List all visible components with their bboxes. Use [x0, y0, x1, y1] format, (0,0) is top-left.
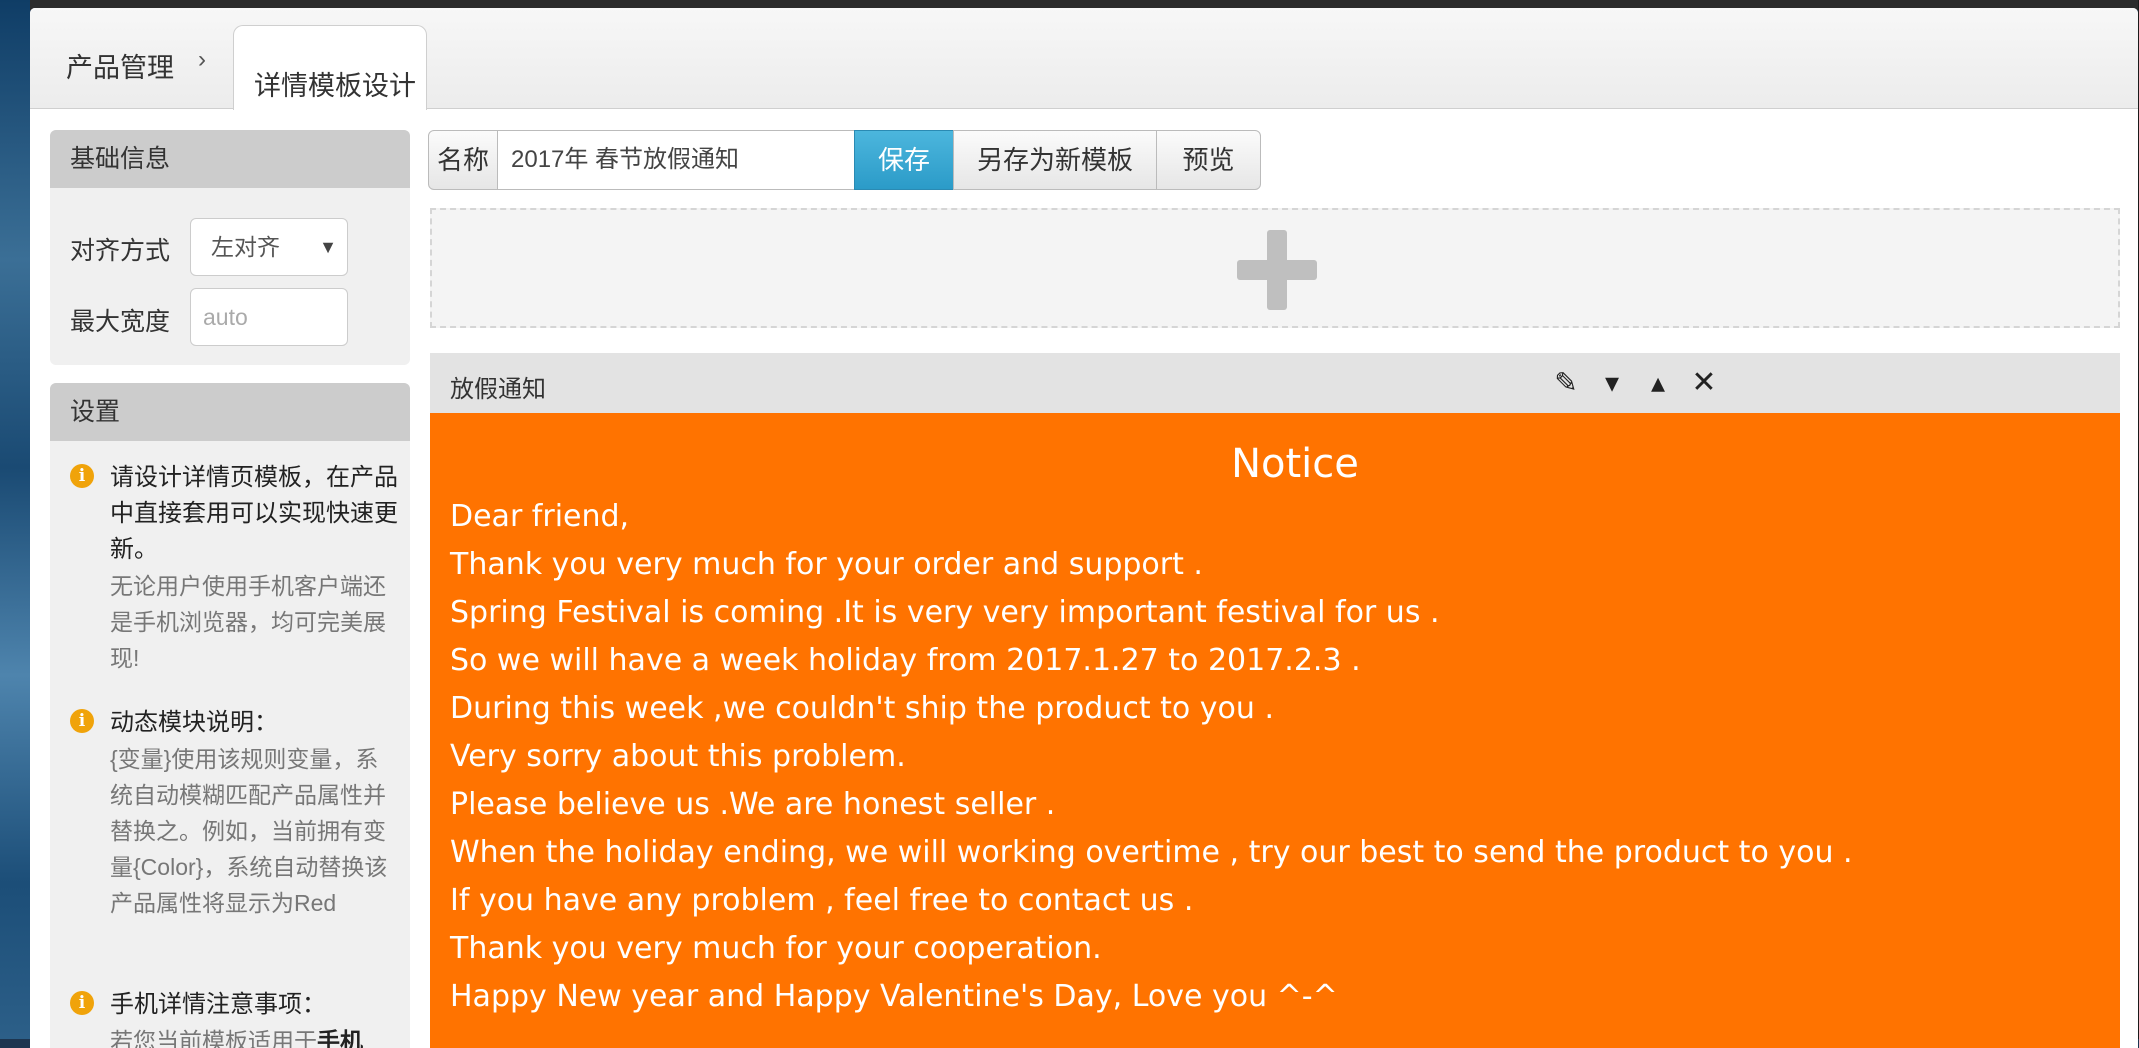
save-as-new-template-button[interactable]: 另存为新模板 — [953, 130, 1157, 190]
notice-line: Thank you very much for your order and s… — [450, 547, 1203, 582]
tab-template-design[interactable]: 详情模板设计 — [233, 25, 427, 110]
notice-line: Please believe us .We are honest seller … — [450, 787, 1056, 822]
info-item-desc: {变量}使用该规则变量，系统自动模糊匹配产品属性并替换之。例如，当前拥有变量{C… — [110, 746, 388, 916]
info-item-desc: 无论用户使用手机客户端还是手机浏览器，均可完美展现! — [110, 573, 386, 671]
settings-info-item: i 动态模块说明： {变量}使用该规则变量，系统自动模糊匹配产品属性并替换之。例… — [70, 705, 400, 921]
settings-panel: 设置 i 请设计详情页模板，在产品中直接套用可以实现快速更新。 无论用户使用手机… — [50, 383, 410, 1048]
info-item-desc-prefix: 若您当前模板适用于 — [110, 1028, 317, 1048]
notice-line: Happy New year and Happy Valentine's Day… — [450, 979, 1338, 1014]
notice-line: When the holiday ending, we will working… — [450, 835, 1853, 870]
info-icon: i — [70, 464, 94, 488]
notice-body: Dear friend, Thank you very much for you… — [450, 493, 1853, 1021]
add-module-dropzone[interactable] — [430, 208, 2120, 328]
module-title: 放假通知 — [450, 376, 546, 403]
basic-info-title: 基础信息 — [50, 130, 410, 188]
close-icon[interactable]: ✕ — [1686, 365, 1722, 401]
plus-icon — [1237, 230, 1317, 310]
desktop-wallpaper — [0, 0, 30, 1039]
align-select[interactable]: 左对齐 ▼ — [190, 218, 348, 276]
notice-line: Spring Festival is coming .It is very ve… — [450, 595, 1440, 630]
tab-template-design-label: 详情模板设计 — [254, 71, 416, 101]
info-icon: i — [70, 991, 94, 1015]
align-select-value: 左对齐 — [211, 234, 280, 260]
move-up-icon[interactable]: ▴ — [1640, 365, 1676, 401]
align-label: 对齐方式 — [70, 237, 171, 265]
tab-bar: 产品管理 › 详情模板设计 — [30, 8, 2138, 110]
info-item-title: 请设计详情页模板，在产品中直接套用可以实现快速更新。 — [110, 464, 398, 563]
info-icon: i — [70, 709, 94, 733]
module-header: 放假通知 ✎ ▾ ▴ ✕ — [430, 353, 2120, 413]
notice-line: So we will have a week holiday from 2017… — [450, 643, 1361, 678]
notice-line: Thank you very much for your cooperation… — [450, 931, 1102, 966]
notice-line: If you have any problem , feel free to c… — [450, 883, 1194, 918]
module-content: Notice Dear friend, Thank you very much … — [430, 413, 2120, 1048]
settings-title: 设置 — [50, 383, 410, 441]
notice-line: During this week ,we couldn't ship the p… — [450, 691, 1274, 726]
breadcrumb-product-management[interactable]: 产品管理 — [66, 46, 174, 85]
notice-heading: Notice — [1231, 441, 1359, 487]
info-item-desc: 若您当前模板适用于手机 — [110, 1023, 400, 1048]
app-window: 产品管理 › 详情模板设计 基础信息 对齐方式 左对齐 ▼ 最大宽度 auto … — [30, 8, 2138, 1048]
preview-button[interactable]: 预览 — [1156, 130, 1261, 190]
move-down-icon[interactable]: ▾ — [1594, 365, 1630, 401]
basic-info-panel: 基础信息 对齐方式 左对齐 ▼ 最大宽度 auto — [50, 130, 410, 365]
breadcrumb-separator-icon: › — [198, 46, 206, 73]
info-item-desc-bold: 手机 — [317, 1028, 363, 1048]
max-width-input[interactable]: auto — [190, 288, 348, 346]
edit-icon[interactable]: ✎ — [1548, 365, 1584, 401]
name-label: 名称 — [428, 130, 498, 190]
notice-line: Very sorry about this problem. — [450, 739, 906, 774]
max-width-label: 最大宽度 — [70, 308, 171, 336]
settings-info-item: i 请设计详情页模板，在产品中直接套用可以实现快速更新。 无论用户使用手机客户端… — [70, 460, 400, 676]
notice-line: Dear friend, — [450, 499, 630, 534]
template-name-input[interactable]: 2017年 春节放假通知 — [497, 130, 855, 190]
info-item-title: 手机详情注意事项： — [110, 991, 326, 1018]
dropdown-arrow-icon: ▼ — [319, 237, 337, 257]
info-item-title: 动态模块说明： — [110, 709, 278, 736]
save-button[interactable]: 保存 — [854, 130, 954, 190]
